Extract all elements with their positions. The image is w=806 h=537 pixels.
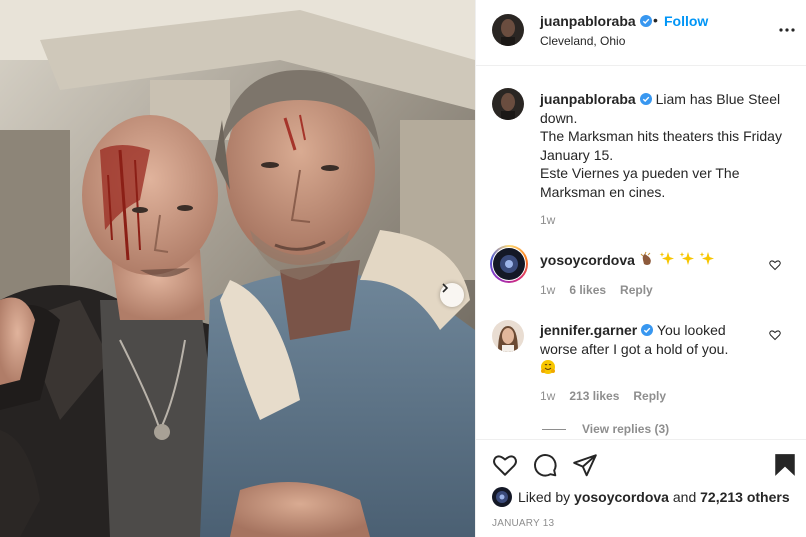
heart-icon[interactable]	[492, 452, 518, 478]
comment-likes-count[interactable]: 6 likes	[569, 283, 606, 297]
comment-text-line: You looked	[656, 322, 726, 338]
liked-by-conjunction: and	[672, 489, 697, 505]
comment-icon[interactable]	[532, 452, 558, 478]
replies-divider	[542, 428, 566, 430]
verified-badge-icon	[641, 324, 654, 336]
post-side-panel: juanpabloraba • Follow Cleveland, Ohio j…	[475, 0, 806, 537]
post-actions: Liked by yosoycordova and 72,213 others …	[476, 439, 806, 537]
location-link[interactable]: Cleveland, Ohio	[540, 34, 625, 48]
post-photo[interactable]	[0, 0, 475, 537]
sparkles-emoji-icon	[699, 252, 714, 265]
commenter-avatar[interactable]	[492, 320, 524, 352]
hugging-face-emoji-icon	[541, 360, 555, 374]
comment-timestamp[interactable]: 1w	[540, 389, 555, 403]
separator-dot: •	[653, 12, 658, 28]
caption-avatar[interactable]	[492, 88, 524, 120]
commenter-avatar[interactable]	[493, 248, 525, 280]
comment-meta: 1w 6 likes Reply	[540, 283, 667, 297]
caption-text-line: Marksman en cines.	[540, 183, 666, 200]
comment-timestamp[interactable]: 1w	[540, 283, 555, 297]
share-icon[interactable]	[572, 452, 598, 478]
caption-text-line: Este Viernes ya pueden ver The	[540, 165, 740, 181]
caption-text-line: Liam has Blue Steel	[655, 91, 781, 107]
verified-badge-icon	[639, 15, 652, 27]
clap-emoji-icon	[640, 251, 651, 265]
photo-illustration	[0, 0, 475, 537]
post-date[interactable]: JANUARY 13	[492, 518, 554, 529]
reply-button[interactable]: Reply	[633, 389, 666, 403]
commenter-username[interactable]: jennifer.garner	[540, 322, 637, 338]
carousel-next-button[interactable]	[440, 283, 464, 307]
comment-text-line: worse after I got a hold of you.	[540, 341, 729, 357]
likes-count-link[interactable]: 72,213 others	[700, 489, 790, 505]
caption-username[interactable]: juanpabloraba	[540, 91, 636, 107]
comment-meta: 1w 213 likes Reply	[540, 389, 680, 403]
caption-timestamp[interactable]: 1w	[540, 213, 555, 227]
liker-username[interactable]: yosoycordova	[574, 489, 669, 505]
commenter-username[interactable]: yosoycordova	[540, 252, 635, 268]
caption-text: juanpabloraba Liam has Blue Steel down. …	[540, 90, 790, 201]
author-avatar[interactable]	[492, 14, 524, 46]
author-username-link[interactable]: juanpabloraba	[540, 13, 652, 29]
verified-badge-icon	[639, 93, 652, 105]
caption-text-line: down.	[540, 109, 578, 126]
caption-text-line: The Marksman hits theaters this Friday	[540, 128, 782, 144]
view-replies-button[interactable]: View replies (3)	[542, 422, 669, 436]
sparkles-emoji-icon	[679, 252, 694, 265]
heart-icon[interactable]	[769, 329, 781, 341]
liker-avatar[interactable]	[492, 487, 512, 507]
author-username[interactable]: juanpabloraba	[540, 13, 636, 29]
view-replies-label: View replies (3)	[582, 422, 670, 436]
post-header: juanpabloraba • Follow Cleveland, Ohio	[476, 0, 806, 66]
bookmark-icon[interactable]	[772, 452, 798, 478]
heart-icon[interactable]	[769, 259, 781, 271]
reply-button[interactable]: Reply	[620, 283, 653, 297]
more-options-button[interactable]	[779, 20, 795, 40]
follow-button[interactable]: Follow	[664, 13, 708, 29]
caption-line-1: juanpabloraba Liam has Blue Steel	[540, 90, 790, 109]
comment-text: jennifer.garner You looked worse after I…	[540, 321, 765, 378]
liked-by-prefix: Liked by	[518, 489, 571, 505]
sparkles-emoji-icon	[659, 252, 674, 265]
comment-text: yosoycordova	[540, 251, 715, 269]
comment-likes-count[interactable]: 213 likes	[569, 389, 619, 403]
caption-text-line: January 15.	[540, 146, 614, 163]
instagram-post: juanpabloraba • Follow Cleveland, Ohio j…	[0, 0, 806, 537]
more-horizontal-icon	[779, 28, 795, 32]
liked-by-summary: Liked by yosoycordova and 72,213 others	[492, 487, 790, 507]
chevron-right-icon	[442, 283, 449, 293]
